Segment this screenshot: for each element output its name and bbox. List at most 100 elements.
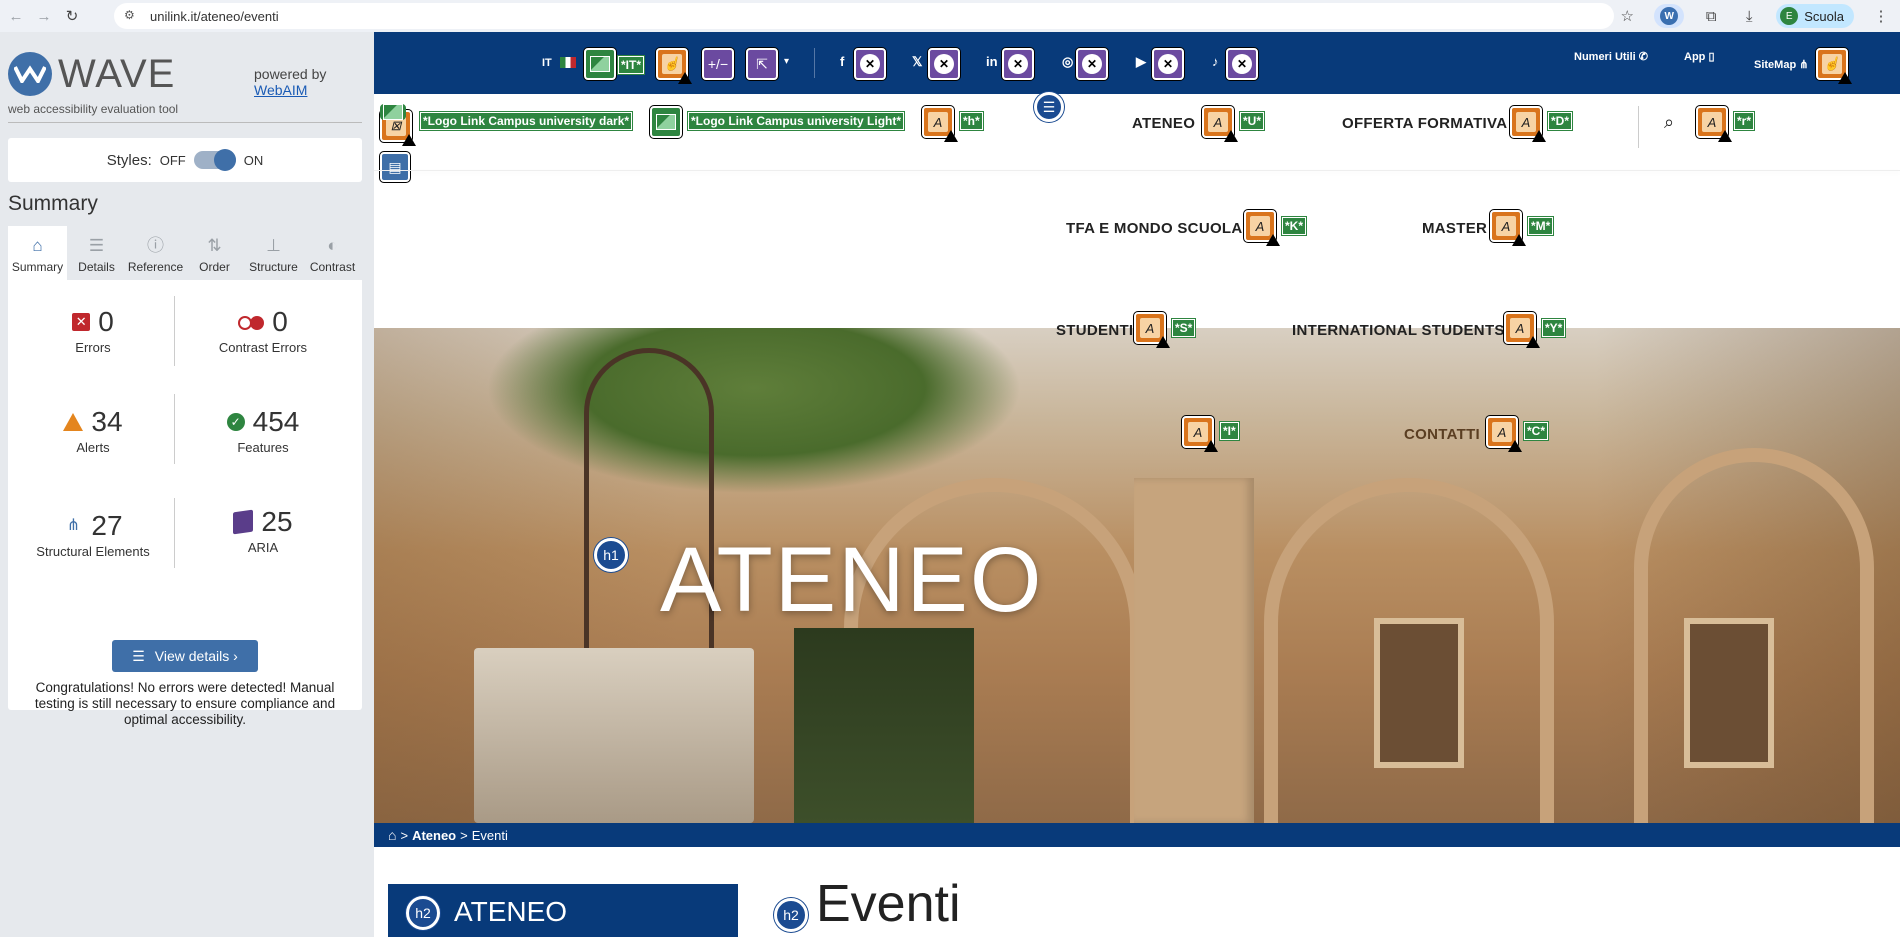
summary-heading: Summary bbox=[8, 192, 98, 215]
site-info-icon[interactable]: ⚙ bbox=[124, 8, 140, 24]
search-icon[interactable]: ⌕ bbox=[1664, 112, 1674, 133]
wave-logo-icon bbox=[8, 52, 52, 96]
wave-aria-icon[interactable] bbox=[928, 48, 960, 80]
wave-feature-icon[interactable] bbox=[380, 104, 406, 120]
webaim-link[interactable]: WebAIM bbox=[254, 82, 307, 98]
nav-tfa-mondo-scuola[interactable]: TFA E MONDO SCUOLA bbox=[1066, 220, 1243, 237]
structural-stat[interactable]: ⋔ 27 Structural Elements bbox=[8, 510, 178, 559]
wave-label: *r* bbox=[1734, 112, 1755, 130]
wave-alert-icon[interactable]: ☝ bbox=[656, 48, 692, 84]
wave-panel: WAVE web accessibility evaluation tool p… bbox=[0, 32, 374, 937]
styles-toggle-row: Styles: OFF ON bbox=[8, 138, 362, 182]
contrast-errors-stat[interactable]: 0 Contrast Errors bbox=[178, 306, 348, 355]
wave-list-icon[interactable]: ☰ bbox=[1034, 92, 1064, 122]
browser-toolbar: ← → ↻ ⚙ unilink.it/ateneo/eventi ☆ W ⧉ ⤓… bbox=[0, 0, 1900, 32]
styles-off-label: OFF bbox=[159, 152, 186, 168]
wave-title: WAVE bbox=[58, 52, 176, 96]
wave-feature-icon[interactable] bbox=[650, 106, 682, 138]
zoom-toggle-icon[interactable]: +/− bbox=[702, 48, 734, 80]
tab-details[interactable]: ☰ Details bbox=[67, 226, 126, 280]
wave-alert-icon[interactable]: A bbox=[1182, 416, 1218, 452]
contrast-icon: ◐ bbox=[327, 236, 338, 255]
nav-international-students[interactable]: INTERNATIONAL STUDENTS bbox=[1292, 322, 1505, 339]
download-icon[interactable]: ⤓ bbox=[1738, 5, 1760, 27]
hero-window bbox=[1684, 618, 1774, 768]
heading-h1-marker[interactable]: h1 bbox=[594, 538, 628, 572]
wave-structure-icon[interactable]: ▤ bbox=[380, 152, 410, 182]
features-stat[interactable]: ✓ 454 Features bbox=[178, 406, 348, 455]
wave-label: *M* bbox=[1528, 217, 1554, 235]
view-details-button[interactable]: ☰ View details › bbox=[112, 640, 258, 672]
tab-contrast[interactable]: ◐ Contrast bbox=[303, 226, 362, 280]
wave-alert-icon[interactable]: A bbox=[1510, 106, 1546, 142]
wave-label: *I* bbox=[1220, 422, 1239, 440]
tab-summary[interactable]: ⌂ Summary bbox=[8, 226, 67, 280]
wave-alert-icon[interactable]: A bbox=[1504, 312, 1540, 348]
nav-studenti[interactable]: STUDENTI bbox=[1056, 322, 1133, 339]
italy-flag-icon bbox=[560, 57, 576, 68]
youtube-icon[interactable]: ▶ bbox=[1136, 54, 1146, 70]
styles-label: Styles: bbox=[106, 151, 152, 169]
heading-h2-marker[interactable]: h2 bbox=[406, 896, 440, 930]
errors-stat[interactable]: ✕ 0 Errors bbox=[8, 306, 178, 355]
wave-tabs: ⌂ Summary ☰ Details ⓘ Reference ⇅ Order … bbox=[8, 226, 362, 280]
wave-aria-icon[interactable] bbox=[1226, 48, 1258, 80]
sidebar-title: ATENEO bbox=[454, 896, 568, 927]
styles-toggle[interactable] bbox=[193, 149, 236, 171]
tab-order[interactable]: ⇅ Order bbox=[185, 226, 244, 280]
breadcrumb-ateneo[interactable]: Ateneo bbox=[412, 828, 456, 843]
sitemap-link[interactable]: SiteMap ⋔ bbox=[1754, 58, 1808, 71]
x-twitter-icon[interactable]: 𝕏 bbox=[912, 54, 922, 70]
divider bbox=[8, 122, 362, 123]
hero-image: h1 ATENEO bbox=[374, 328, 1900, 823]
aria-stat[interactable]: 25 ARIA bbox=[178, 506, 348, 555]
back-icon[interactable]: ← bbox=[4, 4, 28, 28]
wave-alert-icon[interactable]: A bbox=[1696, 106, 1732, 142]
nav-ateneo[interactable]: ATENEO bbox=[1132, 115, 1195, 132]
wave-label: *U* bbox=[1240, 112, 1265, 130]
tiktok-icon[interactable]: ♪ bbox=[1212, 54, 1219, 69]
wave-label: *IT* bbox=[618, 56, 645, 74]
wave-extension-icon[interactable]: W bbox=[1654, 4, 1685, 28]
header-divider bbox=[374, 170, 1900, 171]
facebook-icon[interactable]: f bbox=[840, 54, 844, 69]
nav-offerta-formativa[interactable]: OFFERTA FORMATIVA bbox=[1342, 115, 1507, 132]
congrats-message: Congratulations! No errors were detected… bbox=[34, 680, 336, 727]
instagram-icon[interactable]: ◎ bbox=[1062, 54, 1073, 70]
wave-alert-icon[interactable]: A bbox=[1202, 106, 1238, 142]
wave-alert-icon[interactable]: A bbox=[1134, 312, 1170, 348]
wave-alert-icon[interactable]: A bbox=[1490, 210, 1526, 246]
wave-alert-icon[interactable]: ☝ bbox=[1816, 48, 1852, 84]
home-icon[interactable]: ⌂ bbox=[388, 827, 396, 843]
home-icon: ⌂ bbox=[32, 236, 43, 255]
wave-label: *Y* bbox=[1542, 319, 1566, 337]
tab-structure[interactable]: ⊥ Structure bbox=[244, 226, 303, 280]
numeri-utili-link[interactable]: Numeri Utili ✆ bbox=[1574, 50, 1648, 63]
wave-aria-icon[interactable] bbox=[1002, 48, 1034, 80]
tab-reference[interactable]: ⓘ Reference bbox=[126, 226, 185, 280]
alerts-stat[interactable]: 34 Alerts bbox=[8, 406, 178, 455]
list-icon: ☰ bbox=[132, 647, 145, 664]
extensions-puzzle-icon[interactable]: ⧉ bbox=[1700, 5, 1722, 27]
wave-alert-icon[interactable]: A bbox=[922, 106, 958, 142]
reload-icon[interactable]: ↻ bbox=[60, 4, 84, 28]
wave-alert-icon[interactable]: A bbox=[1486, 416, 1522, 452]
language-label[interactable]: IT bbox=[542, 57, 552, 69]
linkedin-icon[interactable]: in bbox=[986, 54, 998, 69]
heading-h2-marker[interactable]: h2 bbox=[774, 898, 808, 932]
wave-aria-icon[interactable] bbox=[854, 48, 886, 80]
wave-aria-icon[interactable] bbox=[1076, 48, 1108, 80]
wave-feature-icon[interactable] bbox=[584, 48, 616, 80]
nav-master[interactable]: MASTER bbox=[1422, 220, 1487, 237]
nav-contatti[interactable]: CONTATTI bbox=[1404, 426, 1480, 443]
wave-alert-icon[interactable]: A bbox=[1244, 210, 1280, 246]
profile-button[interactable]: E Scuola bbox=[1776, 4, 1854, 28]
profile-name: Scuola bbox=[1804, 8, 1844, 24]
bookmark-star-icon[interactable]: ☆ bbox=[1616, 5, 1638, 27]
forward-icon[interactable]: → bbox=[32, 4, 56, 28]
app-link[interactable]: App ▯ bbox=[1684, 50, 1715, 63]
menu-kebab-icon[interactable]: ⋮ bbox=[1870, 5, 1892, 27]
expand-icon[interactable]: ⇱ bbox=[746, 48, 778, 80]
address-bar[interactable]: ⚙ unilink.it/ateneo/eventi bbox=[114, 3, 1614, 29]
wave-aria-icon[interactable] bbox=[1152, 48, 1184, 80]
